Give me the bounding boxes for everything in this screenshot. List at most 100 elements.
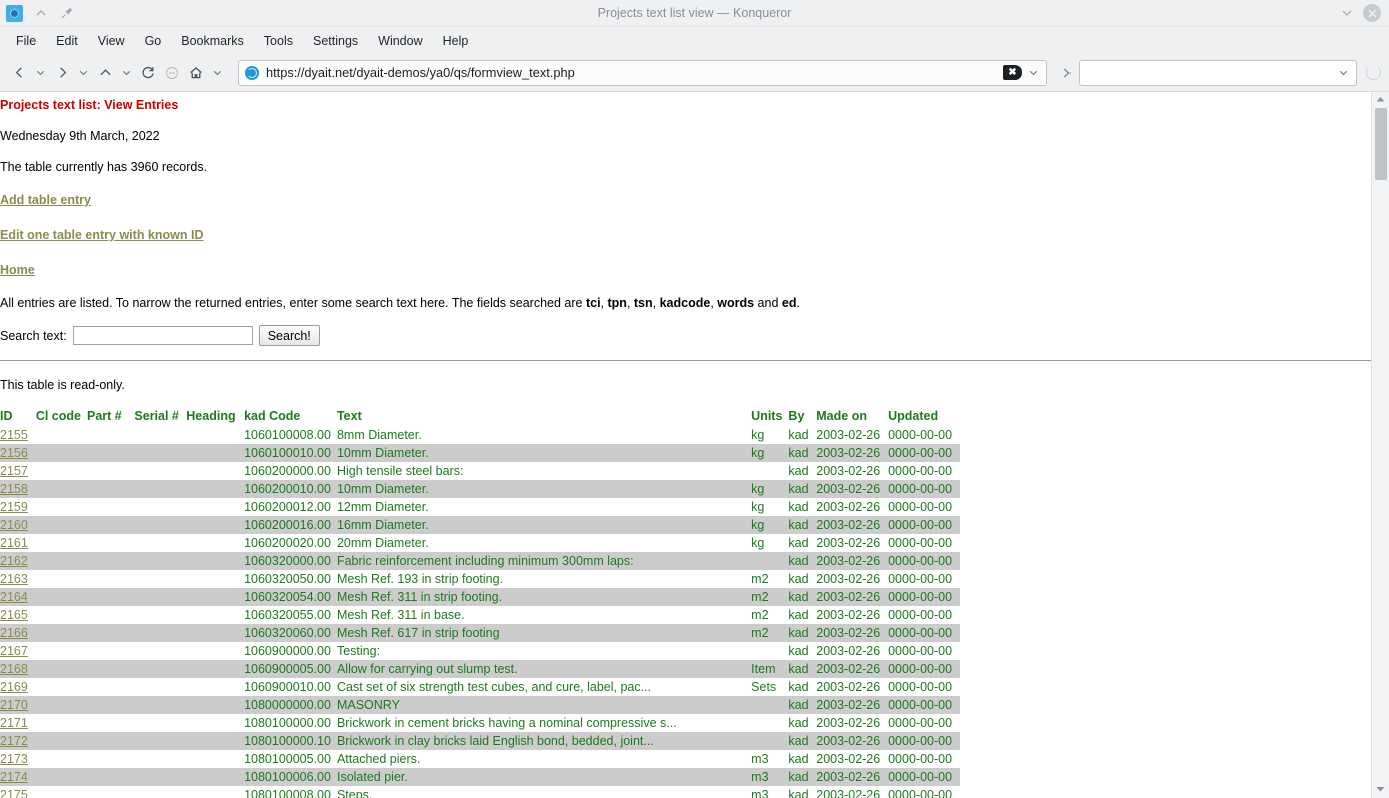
- menu-file[interactable]: File: [6, 31, 46, 51]
- row-id-link[interactable]: 2160: [0, 518, 28, 532]
- row-id-link[interactable]: 2166: [0, 626, 28, 640]
- row-id-link[interactable]: 2164: [0, 590, 28, 604]
- menu-view[interactable]: View: [88, 31, 135, 51]
- cell-cl: [36, 426, 87, 444]
- konqueror-app-icon[interactable]: [6, 4, 23, 22]
- url-text[interactable]: https://dyait.net/dyait-demos/ya0/qs/for…: [266, 65, 1003, 80]
- url-dropdown-chevron-down-icon[interactable]: [1024, 66, 1042, 79]
- cell-made: 2003-02-26: [816, 732, 889, 750]
- column-header-cl-code[interactable]: Cl code: [36, 408, 87, 426]
- cell-id[interactable]: 2167: [0, 642, 36, 660]
- row-id-link[interactable]: 2174: [0, 770, 28, 784]
- menu-window[interactable]: Window: [368, 31, 432, 51]
- row-id-link[interactable]: 2161: [0, 536, 28, 550]
- row-id-link[interactable]: 2175: [0, 788, 28, 798]
- clear-url-icon[interactable]: ✖: [1003, 65, 1022, 80]
- scrollbar-thumb[interactable]: [1375, 108, 1387, 180]
- forward-icon[interactable]: [51, 60, 73, 86]
- menu-edit[interactable]: Edit: [46, 31, 88, 51]
- forward-history-chevron-down-icon[interactable]: [75, 60, 92, 86]
- menu-go[interactable]: Go: [135, 31, 172, 51]
- scrollbar-track[interactable]: [1372, 106, 1389, 798]
- cell-id[interactable]: 2163: [0, 570, 36, 588]
- column-header-id[interactable]: ID: [0, 408, 36, 426]
- up-icon[interactable]: [94, 60, 116, 86]
- cell-id[interactable]: 2156: [0, 444, 36, 462]
- cell-id[interactable]: 2175: [0, 786, 36, 798]
- scroll-down-arrow-icon[interactable]: [1372, 785, 1389, 794]
- row-id-link[interactable]: 2172: [0, 734, 28, 748]
- menu-bookmarks[interactable]: Bookmarks: [171, 31, 254, 51]
- row-id-link[interactable]: 2157: [0, 464, 28, 478]
- column-header-text[interactable]: Text: [337, 408, 751, 426]
- scroll-up-arrow-icon[interactable]: [1372, 92, 1389, 106]
- home-chevron-down-icon[interactable]: [209, 60, 226, 86]
- search-bar[interactable]: [1079, 59, 1357, 86]
- home-link[interactable]: Home: [0, 263, 35, 277]
- row-id-link[interactable]: 2169: [0, 680, 28, 694]
- cell-id[interactable]: 2168: [0, 660, 36, 678]
- cell-id[interactable]: 2166: [0, 624, 36, 642]
- search-engine-chevron-down-icon[interactable]: [1334, 66, 1352, 79]
- chevron-up-icon[interactable]: [33, 5, 49, 21]
- row-id-link[interactable]: 2163: [0, 572, 28, 586]
- row-id-link[interactable]: 2171: [0, 716, 28, 730]
- pin-icon[interactable]: [59, 5, 75, 21]
- add-table-entry-link[interactable]: Add table entry: [0, 193, 91, 207]
- cell-id[interactable]: 2170: [0, 696, 36, 714]
- row-id-link[interactable]: 2165: [0, 608, 28, 622]
- cell-id[interactable]: 2169: [0, 678, 36, 696]
- search-button[interactable]: Search!: [258, 325, 320, 346]
- cell-id[interactable]: 2162: [0, 552, 36, 570]
- search-input[interactable]: [72, 326, 253, 345]
- cell-id[interactable]: 2160: [0, 516, 36, 534]
- cell-id[interactable]: 2161: [0, 534, 36, 552]
- url-bar[interactable]: https://dyait.net/dyait-demos/ya0/qs/for…: [238, 59, 1047, 86]
- up-history-chevron-down-icon[interactable]: [118, 60, 135, 86]
- column-header-updated[interactable]: Updated: [888, 408, 960, 426]
- cell-id[interactable]: 2172: [0, 732, 36, 750]
- column-header-units[interactable]: Units: [751, 408, 788, 426]
- menu-settings[interactable]: Settings: [303, 31, 368, 51]
- column-header-serial[interactable]: Serial #: [134, 408, 186, 426]
- back-icon[interactable]: [8, 60, 30, 86]
- row-id-link[interactable]: 2156: [0, 446, 28, 460]
- cell-id[interactable]: 2171: [0, 714, 36, 732]
- column-header-by[interactable]: By: [788, 408, 816, 426]
- cell-id[interactable]: 2165: [0, 606, 36, 624]
- row-id-link[interactable]: 2170: [0, 698, 28, 712]
- row-id-link[interactable]: 2155: [0, 428, 28, 442]
- reload-icon[interactable]: [137, 60, 159, 86]
- column-header-heading[interactable]: Heading: [186, 408, 244, 426]
- row-id-link[interactable]: 2158: [0, 482, 28, 496]
- cell-id[interactable]: 2155: [0, 426, 36, 444]
- home-icon[interactable]: [185, 60, 207, 86]
- row-id-link[interactable]: 2162: [0, 554, 28, 568]
- cell-id[interactable]: 2159: [0, 498, 36, 516]
- row-id-link[interactable]: 2173: [0, 752, 28, 766]
- cell-made: 2003-02-26: [816, 536, 881, 550]
- back-history-chevron-down-icon[interactable]: [32, 60, 49, 86]
- cell-id[interactable]: 2164: [0, 588, 36, 606]
- toolbar-overflow-icon[interactable]: [1055, 66, 1077, 80]
- cell-id[interactable]: 2174: [0, 768, 36, 786]
- column-header-kad-code[interactable]: kad Code: [244, 408, 337, 426]
- cell-id[interactable]: 2173: [0, 750, 36, 768]
- vertical-scrollbar[interactable]: [1371, 92, 1389, 798]
- cell-id[interactable]: 2158: [0, 480, 36, 498]
- row-id-link[interactable]: 2159: [0, 500, 28, 514]
- menu-help[interactable]: Help: [433, 31, 479, 51]
- table-row: 2168 1060900005.00 Allow for carrying out …: [0, 660, 960, 678]
- edit-table-entry-link[interactable]: Edit one table entry with known ID: [0, 228, 204, 242]
- minimize-button[interactable]: [1339, 5, 1355, 21]
- close-button[interactable]: [1363, 4, 1381, 22]
- cell-kad: 1060200016.00: [244, 516, 337, 534]
- cell-text: High tensile steel bars:: [336, 464, 464, 478]
- row-id-link[interactable]: 2167: [0, 644, 28, 658]
- row-id-link[interactable]: 2168: [0, 662, 28, 676]
- column-header-made-on[interactable]: Made on: [816, 408, 888, 426]
- menu-tools[interactable]: Tools: [254, 31, 303, 51]
- cell-id[interactable]: 2157: [0, 462, 36, 480]
- column-header-part[interactable]: Part #: [87, 408, 134, 426]
- cell-heading: [186, 480, 245, 498]
